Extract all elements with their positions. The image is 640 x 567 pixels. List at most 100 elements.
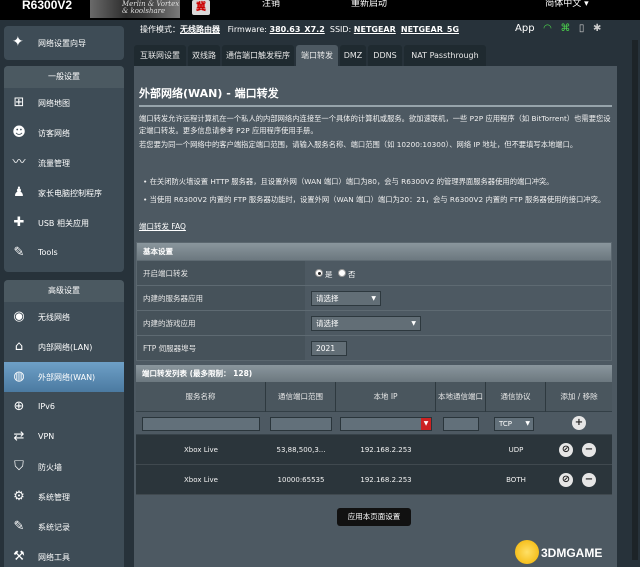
guest-users-icon: ☻ [12, 125, 26, 140]
tab-nat-passthrough[interactable]: NAT Passthrough [404, 45, 486, 66]
sidebar-item-network-tools[interactable]: ⚒ 网络工具 [4, 542, 124, 567]
sidebar-item-traffic-manager[interactable]: 〰 流量管理 [4, 148, 124, 178]
tools-icon: ⚒ [13, 549, 25, 564]
description-2: 若您要为同一个网络中的客户端指定端口范围，请输入服务名称、端口范围（如 1020… [139, 140, 578, 149]
sidebar-item-system-log[interactable]: ✎ 系统记录 [4, 512, 124, 542]
sidebar-item-label: 内部网络(LAN) [38, 343, 93, 352]
row-protocol: BOTH [506, 476, 526, 484]
row-service-name: Xbox Live [184, 476, 218, 484]
bullet-http: • 在关闭防火墙设置 HTTP 服务器，且设置外网（WAN 端口）端口为80，会… [143, 177, 554, 186]
advanced-settings-section: 高级设置 ◉ 无线网络 ⌂ 内部网络(LAN) ◍ 外部网络(WAN) ⊕ IPv6 ⇄… [4, 280, 124, 567]
row-local-ip: 192.168.2.253 [360, 446, 412, 454]
usb-icon[interactable]: ▯ [579, 23, 585, 34]
builtin-game-label: 内建的游戏应用 [137, 311, 305, 335]
page-title: 外部网络(WAN) - 端口转发 [139, 87, 279, 100]
sidebar-item-usb-apps[interactable]: ✚ USB 相关应用 [4, 208, 124, 238]
logout-button[interactable]: 注销 [236, 0, 306, 12]
sidebar-item-label: 防火墙 [38, 463, 62, 472]
advanced-settings-header: 高级设置 [4, 280, 124, 302]
add-rule-button[interactable]: + [572, 416, 586, 430]
list-column-headers: 服务名称 通信端口范围 本地 IP 本地通信端口 通信协议 添加 / 移除 [136, 382, 612, 412]
new-rule-row: ▼ TCP ▼ + [136, 412, 612, 435]
settings-icon[interactable]: ✱ [593, 23, 601, 34]
builtin-server-label: 内建的服务器应用 [137, 286, 305, 310]
ssid-label: SSID: [329, 25, 352, 34]
edit-rule-button[interactable]: ⊘ [559, 473, 573, 487]
builtin-server-select[interactable]: 请选择 ▼ [311, 291, 381, 306]
reboot-button[interactable]: 重新启动 [324, 0, 414, 12]
new-local-port-input[interactable] [443, 417, 479, 431]
port-forwarding-list: 端口转发列表 (最多限制： 128) 服务名称 通信端口范围 本地 IP 本地通… [136, 365, 612, 495]
ssid-link-5g[interactable]: NETGEAR_5G [401, 25, 459, 34]
remove-rule-button[interactable]: − [582, 443, 596, 457]
home-icon: ⌂ [14, 339, 24, 354]
general-settings-header: 一般设置 [4, 66, 124, 88]
sidebar-item-label: 外部网络(WAN) [38, 373, 96, 382]
network-icon[interactable]: ⌘ [560, 23, 570, 34]
builtin-game-select[interactable]: 请选择 ▼ [311, 316, 421, 331]
row-local-port [436, 435, 486, 465]
sidebar-item-vpn[interactable]: ⇄ VPN [4, 422, 124, 452]
bullet-http-text: 在关闭防火墙设置 HTTP 服务器，且设置外网（WAN 端口）端口为80，会与 … [149, 177, 554, 186]
ftp-port-input[interactable]: 2021 [311, 341, 347, 356]
sidebar-item-parental-control[interactable]: ♟ 家长电脑控制程序 [4, 178, 124, 208]
new-service-name-input[interactable] [142, 417, 260, 431]
firmware-link[interactable]: 380.63_X7.2 [270, 25, 325, 34]
shield-icon: ⛉ [14, 459, 24, 474]
logo-seal: 冀 [192, 0, 210, 15]
gear-icon: ⚙ [13, 489, 25, 504]
language-select[interactable]: 简体中文 ▾ [527, 0, 607, 12]
wifi-icon[interactable]: ◠ [543, 23, 552, 34]
sidebar-item-administration[interactable]: ⚙ 系统管理 [4, 482, 124, 512]
new-local-ip-input[interactable]: ▼ [340, 417, 432, 431]
tab-port-forwarding[interactable]: 端口转发 [296, 45, 338, 66]
sidebar-item-firewall[interactable]: ⛉ 防火墙 [4, 452, 124, 482]
enable-yes-label: 是 [325, 270, 333, 279]
col-service-name: 服务名称 [136, 382, 266, 412]
sidebar-item-label: 系统管理 [38, 493, 70, 502]
tab-ddns[interactable]: DDNS [368, 45, 402, 66]
new-protocol-select[interactable]: TCP ▼ [494, 417, 534, 431]
bullet-ftp-text: 当使用 R6300V2 内置的 FTP 服务器功能时，设置外网（WAN 端口）端… [149, 195, 606, 204]
sidebar-item-tools[interactable]: ✎ Tools [4, 238, 124, 268]
enable-no-radio[interactable] [338, 269, 346, 277]
enable-yes-radio[interactable] [315, 269, 323, 277]
new-port-range-input[interactable] [270, 417, 332, 431]
status-info-line: 操作模式：无线路由器 Firmware: 380.63_X7.2 SSID: N… [140, 24, 459, 36]
watermark-text: 3DMGAME [541, 546, 603, 560]
sidebar-item-label: USB 相关应用 [38, 219, 89, 228]
network-setup-wizard-button[interactable]: ✦ 网络设置向导 [4, 26, 124, 60]
tab-dual-wan[interactable]: 双线路 [188, 45, 220, 66]
globe-icon: ◍ [13, 369, 25, 384]
dropdown-arrow-icon[interactable]: ▼ [421, 418, 431, 430]
apply-settings-button[interactable]: 应用本页面设置 [337, 508, 411, 526]
sidebar-item-guest-network[interactable]: ☻ 访客网络 [4, 118, 124, 148]
mode-link[interactable]: 无线路由器 [180, 25, 220, 34]
magic-wand-icon: ✦ [12, 34, 24, 50]
sidebar-item-wan[interactable]: ◍ 外部网络(WAN) [4, 362, 124, 392]
puzzle-icon: ✚ [13, 215, 25, 230]
sidebar-item-label: 系统记录 [38, 523, 70, 532]
ftp-port-row: FTP 伺服器埠号 2021 [137, 335, 611, 360]
builtin-game-row: 内建的游戏应用 请选择 ▼ [137, 310, 611, 335]
edit-rule-button[interactable]: ⊘ [559, 443, 573, 457]
sidebar-item-ipv6[interactable]: ⊕ IPv6 [4, 392, 124, 422]
tab-internet-settings[interactable]: 互联网设置 [134, 45, 186, 66]
remove-rule-button[interactable]: − [582, 473, 596, 487]
tab-dmz[interactable]: DMZ [340, 45, 366, 66]
main-panel: 外部网络(WAN) - 端口转发 端口转发允许远程计算机在一个私人的内部网络内连… [134, 66, 617, 567]
sidebar-item-wireless[interactable]: ◉ 无线网络 [4, 302, 124, 332]
sidebar-item-network-map[interactable]: ⊞ 网络地图 [4, 88, 124, 118]
tab-port-trigger[interactable]: 通信端口触发程序 [222, 45, 294, 66]
builtin-server-value: 请选择 [316, 294, 339, 303]
app-label[interactable]: App [515, 23, 535, 34]
basic-settings-header: 基本设置 [137, 243, 611, 260]
table-row: Xbox Live 10000:65535 192.168.2.253 BOTH… [136, 465, 612, 495]
page-scrollbar[interactable] [632, 40, 638, 560]
ssid-link-2g[interactable]: NETGEAR [354, 25, 396, 34]
sidebar-item-lan[interactable]: ⌂ 内部网络(LAN) [4, 332, 124, 362]
port-forwarding-faq-link[interactable]: 端口转发 FAQ [139, 221, 186, 232]
table-row: Xbox Live 53,88,500,3... 192.168.2.253 U… [136, 435, 612, 465]
col-add-remove: 添加 / 移除 [560, 392, 598, 401]
row-port-range: 10000:65535 [277, 476, 325, 484]
